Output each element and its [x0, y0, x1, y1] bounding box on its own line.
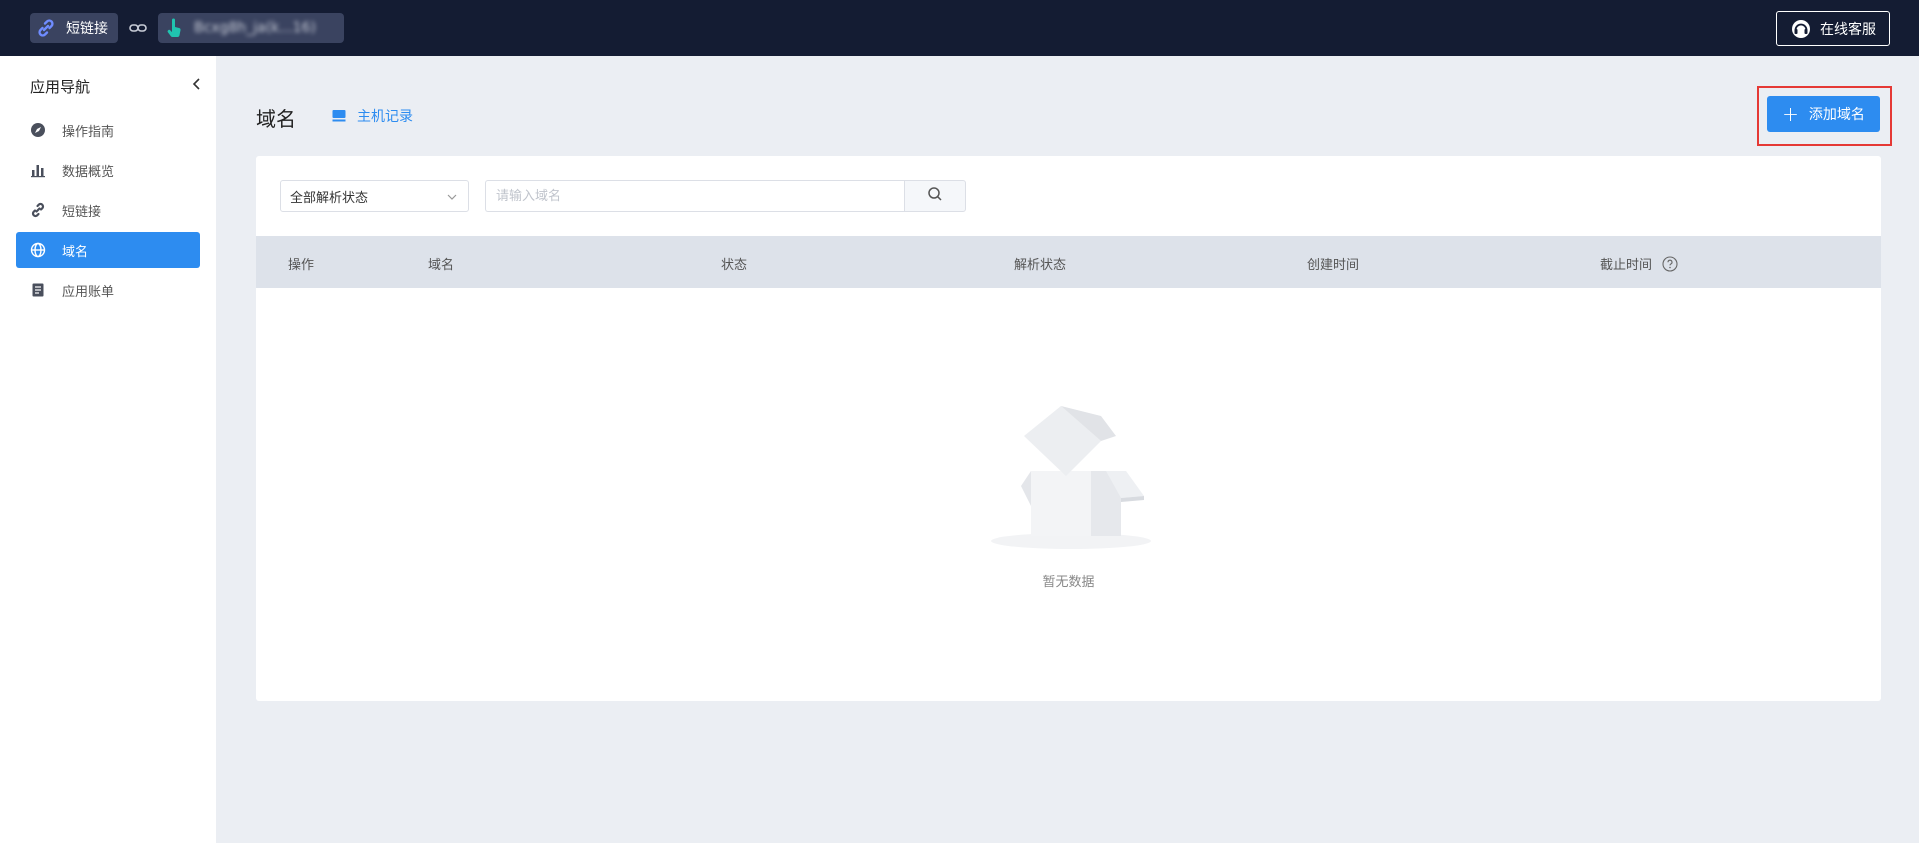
column-header: 截止时间 [1600, 254, 1678, 273]
empty-state: 暂无数据 [256, 386, 1881, 596]
chevron-down-icon [446, 191, 458, 203]
nav-title: 应用导航 [30, 78, 91, 96]
account-switcher[interactable]: Bcxg8h_ja(k...16) [158, 13, 344, 43]
column-header: 域名 [428, 258, 455, 273]
sidebar-item-label: 操作指南 [62, 124, 115, 140]
sidebar-item-label: 域名 [62, 244, 89, 260]
sidebar-item-label: 短链接 [62, 204, 102, 220]
column-header: 操作 [288, 258, 315, 273]
column-header: 创建时间 [1307, 258, 1360, 273]
online-support-button[interactable]: 在线客服 [1776, 11, 1890, 46]
resolve-status-select[interactable]: 全部解析状态 [280, 180, 469, 212]
empty-box-icon [986, 386, 1156, 556]
sidebar-item-label: 应用账单 [62, 284, 115, 300]
empty-state-text: 暂无数据 [1042, 575, 1095, 590]
resolve-status-value: 全部解析状态 [290, 190, 369, 206]
sidebar-item-billing[interactable]: 应用账单 [16, 272, 200, 308]
globe-icon [30, 242, 46, 258]
column-header: 解析状态 [1014, 258, 1067, 273]
sidebar-item-guide[interactable]: 操作指南 [16, 112, 200, 148]
domain-search-input[interactable] [485, 180, 904, 212]
online-support-label: 在线客服 [1820, 21, 1876, 38]
search-icon [927, 186, 943, 206]
search-button[interactable] [904, 180, 966, 212]
sidebar-item-short-links[interactable]: 短链接 [16, 192, 200, 228]
chain-link-icon [128, 18, 148, 38]
host-records-label: 主机记录 [357, 109, 413, 125]
bar-chart-icon [30, 162, 46, 178]
sidebar-item-label: 数据概览 [62, 164, 115, 180]
compass-icon [30, 122, 46, 138]
pointer-hand-icon [164, 17, 186, 39]
domain-list-panel: 全部解析状态 操作 域名 状态 解析状态 创建时间 截止时间 [256, 156, 1881, 701]
add-domain-label: 添加域名 [1808, 107, 1865, 123]
sidebar-item-overview[interactable]: 数据概览 [16, 152, 200, 188]
app-name: 短链接 [66, 21, 108, 37]
sidebar-item-domains[interactable]: 域名 [16, 232, 200, 268]
table-header: 操作 域名 状态 解析状态 创建时间 截止时间 [256, 236, 1881, 288]
top-bar: 短链接 Bcxg8h_ja(k...16) 在线客服 [0, 0, 1919, 56]
help-circle-icon[interactable] [1662, 255, 1678, 272]
host-records-link[interactable]: 主机记录 [331, 106, 413, 126]
sidebar: 应用导航 操作指南 数据概览 短链接 域名 应用账单 [0, 56, 216, 843]
monitor-icon [331, 108, 347, 124]
plus-icon: + [1782, 102, 1799, 126]
column-header: 状态 [721, 258, 748, 273]
link-icon [36, 18, 56, 38]
page-title: 域名 [256, 107, 296, 131]
add-domain-button[interactable]: + 添加域名 [1767, 96, 1880, 132]
account-name: Bcxg8h_ja(k...16) [194, 20, 316, 36]
link-icon [30, 202, 46, 218]
document-icon [30, 282, 46, 298]
headset-icon [1790, 18, 1812, 40]
collapse-chevron-icon[interactable] [190, 76, 204, 92]
app-switcher[interactable]: 短链接 [30, 13, 118, 43]
domain-search [485, 180, 966, 212]
